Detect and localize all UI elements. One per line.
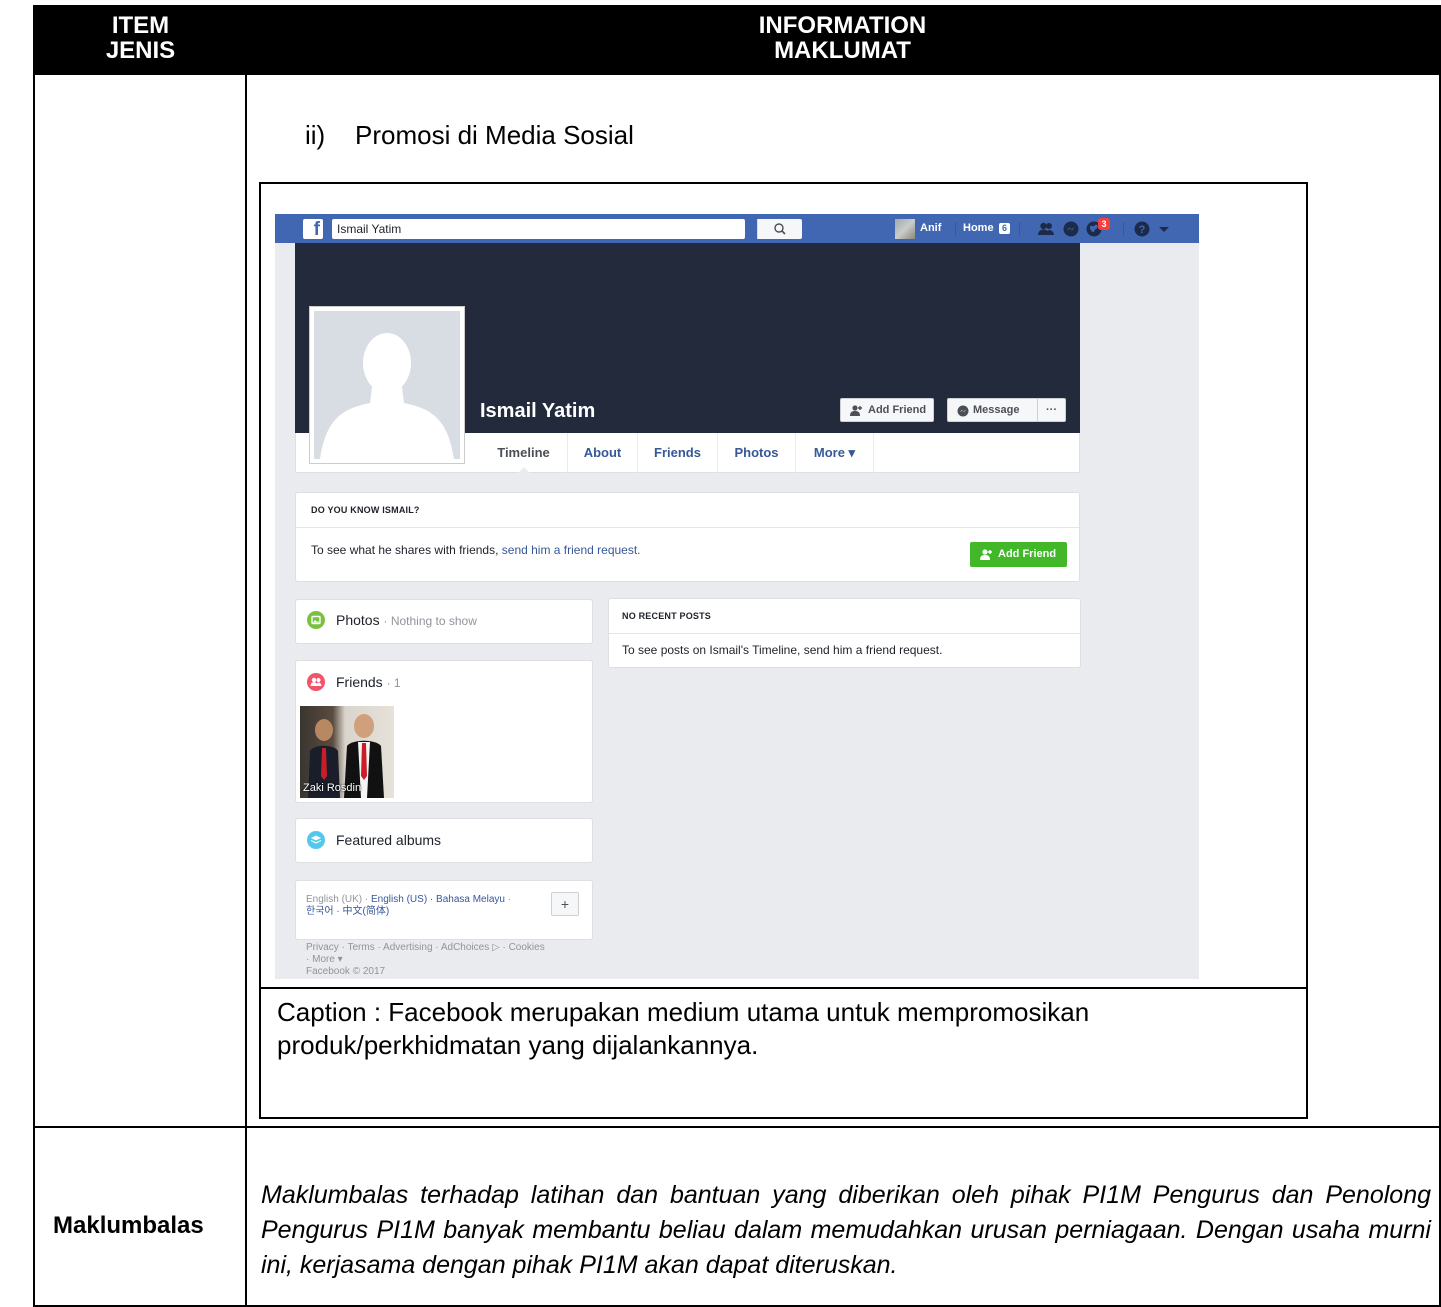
facebook-search-box <box>332 219 802 239</box>
caption-divider <box>261 987 1306 989</box>
section-number: ii) <box>305 120 326 150</box>
header-jenis-label: JENIS <box>105 37 176 64</box>
facebook-top-bar: f Anif Home 6 3 ? <box>275 214 1199 243</box>
no-recent-posts-card: NO RECENT POSTS To see posts on Ismail's… <box>608 598 1081 668</box>
header-information-label: INFORMATION <box>758 12 927 39</box>
friends-title: Friends · 1 <box>336 674 401 690</box>
column-divider <box>245 75 247 1307</box>
more-options-button[interactable]: ··· <box>1037 398 1066 422</box>
section-heading: ii) Promosi di Media Sosial <box>305 120 634 151</box>
profile-picture[interactable] <box>309 306 465 464</box>
facebook-screenshot: f Anif Home 6 3 ? Ismail <box>275 214 1199 979</box>
footer-more-link[interactable]: · More ▾ <box>306 954 545 966</box>
section-title: Promosi di Media Sosial <box>355 120 634 150</box>
add-friend-green-button[interactable]: Add Friend <box>970 542 1067 567</box>
svg-text:?: ? <box>1139 224 1146 236</box>
table-header: ITEM JENIS INFORMATION MAKLUMAT <box>35 7 1439 75</box>
profile-name: Ismail Yatim <box>480 400 596 422</box>
dropdown-arrow-icon[interactable] <box>1155 220 1173 238</box>
header-maklumat-label: MAKLUMAT <box>774 37 911 64</box>
featured-albums-title[interactable]: Featured albums <box>336 832 441 848</box>
feedback-label: Maklumbalas <box>53 1212 204 1239</box>
header-information-column: INFORMATION MAKLUMAT <box>246 13 1439 63</box>
language-separator: · <box>504 894 512 905</box>
friend-name: Zaki Rosdin <box>303 782 362 794</box>
silhouette-icon <box>320 333 454 459</box>
do-you-know-text: To see what he shares with friends, send… <box>311 543 641 557</box>
language-option-links-2[interactable]: 한국어 · 中文(简体) <box>306 906 511 918</box>
no-recent-posts-text: To see posts on Ismail's Timeline, send … <box>622 643 943 657</box>
photos-icon <box>307 611 325 629</box>
row-divider <box>35 1126 1439 1128</box>
current-language: English (UK) · <box>306 894 372 905</box>
add-friend-icon <box>850 405 862 416</box>
friends-count: · 1 <box>386 676 401 690</box>
user-name: Anif <box>920 222 942 234</box>
footer-links-line[interactable]: Privacy · Terms · Advertising · AdChoice… <box>306 942 545 954</box>
message-label: Message <box>973 404 1020 416</box>
do-you-know-card: DO YOU KNOW ISMAIL? To see what he share… <box>295 492 1080 582</box>
tab-photos[interactable]: Photos <box>718 433 796 473</box>
topbar-separator <box>955 222 956 236</box>
add-friend-icon <box>980 549 992 560</box>
add-friend-button[interactable]: Add Friend <box>840 398 934 422</box>
topbar-separator <box>1019 222 1020 236</box>
messenger-icon[interactable] <box>1062 220 1080 238</box>
user-avatar <box>895 219 915 239</box>
feedback-text: Maklumbalas terhadap latihan dan bantuan… <box>261 1181 1431 1279</box>
caption-text: Caption : Facebook merupakan medium utam… <box>277 997 1090 1060</box>
add-friend-green-label: Add Friend <box>998 548 1057 560</box>
language-links: English (UK) · English (US) · Bahasa Mel… <box>306 894 511 918</box>
send-friend-request-link[interactable]: send him a friend request. <box>502 543 641 557</box>
tab-more[interactable]: More ▾ <box>796 433 874 473</box>
add-friend-label: Add Friend <box>868 404 927 416</box>
message-button[interactable]: Message <box>947 398 1038 422</box>
photos-title: Photos · Nothing to show <box>336 612 477 628</box>
messenger-small-icon <box>957 405 969 417</box>
help-icon[interactable]: ? <box>1133 220 1151 238</box>
card-divider <box>296 527 1079 528</box>
language-option-links[interactable]: English (US) · Bahasa Melayu <box>371 894 505 905</box>
search-icon <box>774 223 786 235</box>
header-item-column: ITEM JENIS <box>35 13 246 63</box>
albums-icon <box>307 831 325 849</box>
home-link[interactable]: Home <box>963 222 994 234</box>
photos-note: · Nothing to show <box>383 614 477 628</box>
tab-about[interactable]: About <box>568 433 638 473</box>
default-avatar-icon <box>314 311 460 459</box>
footer-copyright: Facebook © 2017 <box>306 966 386 977</box>
header-item-label: ITEM <box>111 12 170 39</box>
do-you-know-title: DO YOU KNOW ISMAIL? <box>311 505 420 515</box>
do-you-know-prefix: To see what he shares with friends, <box>311 543 502 557</box>
friend-photo-zaki[interactable]: Zaki Rosdin <box>300 706 394 798</box>
photos-label[interactable]: Photos <box>336 612 380 628</box>
friends-label[interactable]: Friends <box>336 674 383 690</box>
card-divider <box>609 633 1080 634</box>
topbar-separator <box>1123 222 1124 236</box>
no-recent-posts-title: NO RECENT POSTS <box>622 611 712 621</box>
tab-friends[interactable]: Friends <box>638 433 718 473</box>
facebook-logo-icon[interactable]: f <box>303 219 323 240</box>
friend-requests-icon[interactable] <box>1037 220 1055 238</box>
facebook-search-button[interactable] <box>757 219 802 239</box>
add-language-button[interactable]: + <box>551 892 579 916</box>
facebook-search-input[interactable] <box>337 221 697 237</box>
notification-count-badge: 3 <box>1098 218 1110 230</box>
home-count-badge: 6 <box>999 223 1010 234</box>
footer-links: Privacy · Terms · Advertising · AdChoice… <box>306 942 545 978</box>
tab-timeline[interactable]: Timeline <box>480 433 568 474</box>
friends-icon <box>307 673 325 691</box>
